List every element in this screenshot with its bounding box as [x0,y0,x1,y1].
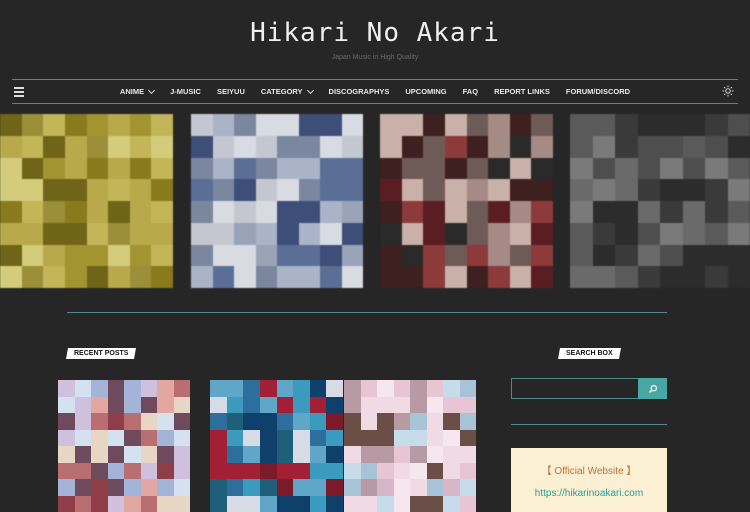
featured-slider [0,114,750,288]
featured-slide-image[interactable] [380,114,553,288]
post-thumbnail[interactable] [344,380,476,512]
search-box-heading: SEARCH BOX [558,348,621,359]
chevron-down-icon [148,86,156,94]
official-website-widget: 【 Official Website 】 https://hikarinoaka… [511,448,667,512]
official-website-label: 【 Official Website 】 [541,466,637,477]
search-button[interactable] [638,378,667,399]
featured-slide-image[interactable] [570,114,750,288]
nav-item-forum-discord[interactable]: FORUM/DISCORD [566,87,630,96]
nav-item-category[interactable]: CATEGORY [261,86,314,96]
nav-item-anime[interactable]: ANIME [120,86,156,96]
nav-item-discographys[interactable]: DISCOGRAPHYS [329,87,390,96]
recent-posts-grid [58,380,494,512]
site-tagline: Japan Music in High Quality [331,54,419,61]
nav-item-report-links[interactable]: REPORT LINKS [494,87,550,96]
main-navigation: ANIME J-MUSIC SEIYUU CATEGORY DISCOGRAPH… [12,79,738,104]
nav-item-j-music[interactable]: J-MUSIC [170,87,201,96]
nav-item-seiyuu[interactable]: SEIYUU [217,87,245,96]
featured-slide-image[interactable] [191,114,363,288]
recent-posts-heading: RECENT POSTS [66,348,137,359]
nav-item-upcoming[interactable]: UPCOMING [405,87,446,96]
post-thumbnail[interactable] [210,380,343,512]
search-icon [648,384,657,393]
sidebar-divider [511,424,667,425]
search-input[interactable] [511,378,639,399]
official-website-link[interactable]: https://hikarinoakari.com [511,488,667,499]
chevron-down-icon [306,86,314,94]
nav-item-faq[interactable]: FAQ [463,87,478,96]
nav-menu: ANIME J-MUSIC SEIYUU CATEGORY DISCOGRAPH… [12,80,738,103]
section-divider [67,312,667,313]
sun-icon[interactable] [722,85,734,97]
post-thumbnail[interactable] [58,380,190,512]
site-title[interactable]: Hikari No Akari [0,18,750,48]
featured-slide-image[interactable] [0,114,173,288]
